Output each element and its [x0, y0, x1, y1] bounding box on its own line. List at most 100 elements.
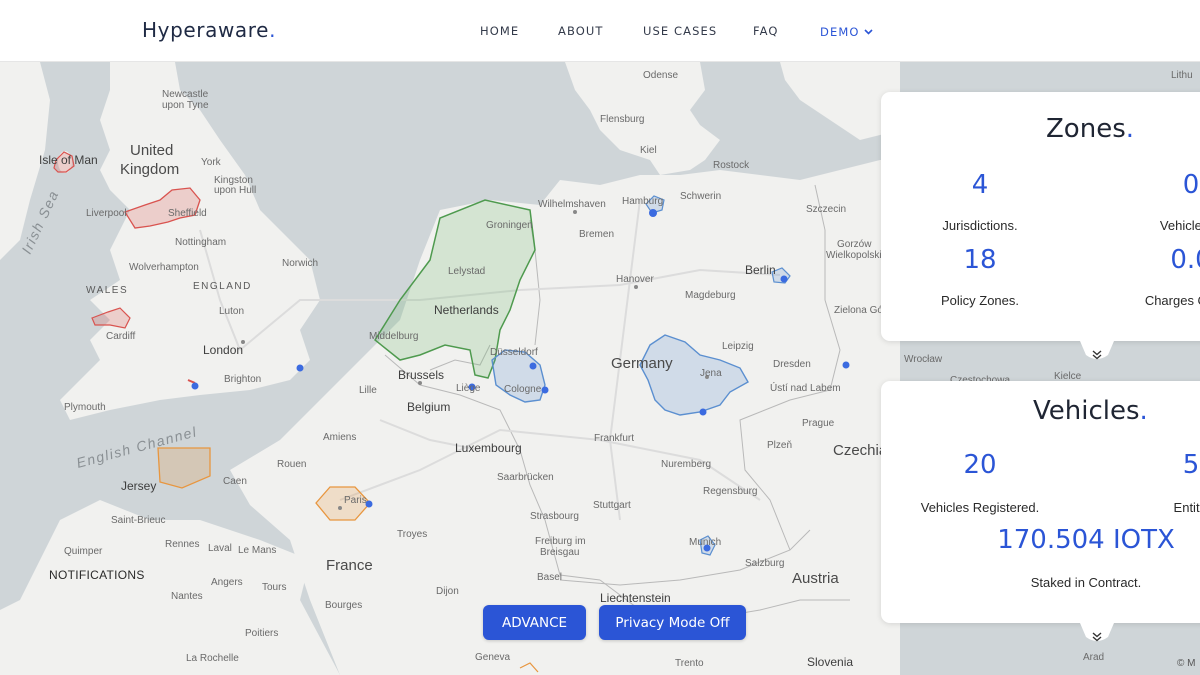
vehicles-title: Vehicles. [1033, 396, 1148, 426]
map-label-basel: Basel [537, 572, 562, 583]
map-label-munich: Munich [689, 537, 721, 548]
vehicles-in-zones-label: Vehicles in [1159, 218, 1200, 233]
brand-logo[interactable]: Hyperaware. [142, 18, 276, 42]
entities-count: 5 [1182, 450, 1200, 480]
advance-button[interactable]: ADVANCE [483, 605, 586, 640]
nav-faq[interactable]: FAQ [753, 24, 779, 38]
vehicle-marker[interactable] [649, 209, 657, 217]
brand-name: Hyperaware [142, 18, 270, 42]
map-label-lille: Lille [359, 385, 377, 396]
privacy-mode-button[interactable]: Privacy Mode Off [599, 605, 746, 640]
map-label-caen: Caen [223, 476, 247, 487]
nav-home[interactable]: HOME [480, 24, 519, 38]
map-label-netherlands: Netherlands [434, 303, 499, 317]
map-label-belgium: Belgium [407, 400, 450, 414]
map-label-cardiff: Cardiff [106, 331, 135, 342]
map-label-norwich: Norwich [282, 258, 318, 269]
map-label-london: London [203, 343, 243, 357]
map-label-nantes: Nantes [171, 591, 203, 602]
city-dot [634, 285, 638, 289]
vehicles-title-dot: . [1139, 396, 1148, 426]
map-label-jersey: Jersey [121, 479, 156, 493]
map-label-groningen: Groningen [486, 220, 533, 231]
staked-label: Staked in Contract. [1030, 575, 1142, 590]
brand-dot: . [269, 18, 277, 42]
map-label-kingston: upon Hull [214, 185, 256, 196]
map-attribution[interactable]: © M [1177, 658, 1195, 669]
nav-use-cases[interactable]: USE CASES [643, 24, 717, 38]
vehicle-marker[interactable] [541, 386, 549, 394]
zones-title-dot: . [1125, 114, 1135, 144]
map-label-austria: Austria [792, 570, 839, 587]
map-label-lithuania: Lithu [1171, 70, 1193, 81]
nav-about[interactable]: ABOUT [558, 24, 604, 38]
vehicles-card: Vehicles. 20 Vehicles Registered. 5 Enti… [881, 381, 1200, 623]
map-label-bremen: Bremen [579, 229, 614, 240]
map-label-regensburg: Regensburg [703, 486, 757, 497]
map-label-isle-of-man: Isle of Man [39, 153, 98, 167]
map-label-lelystad: Lelystad [448, 266, 485, 277]
map-label-england: ENGLAND [193, 281, 252, 292]
map-label-dresden: Dresden [773, 359, 811, 370]
vehicle-marker[interactable] [699, 408, 707, 416]
notifications-label[interactable]: NOTIFICATIONS [49, 568, 145, 582]
city-dot [573, 210, 577, 214]
map-label-la-rochelle: La Rochelle [186, 653, 239, 664]
map-label-angers: Angers [211, 577, 243, 588]
map-label-schwerin: Schwerin [680, 191, 721, 202]
map-label-leipzig: Leipzig [722, 341, 754, 352]
map-label-tours: Tours [262, 582, 286, 593]
map-label-dijon: Dijon [436, 586, 459, 597]
map-label-germany: Germany [611, 355, 673, 372]
vehicles-expand-toggle[interactable] [1080, 623, 1114, 645]
city-dot [338, 506, 342, 510]
map-label-luton: Luton [219, 306, 244, 317]
map-label-arad: Arad [1083, 652, 1104, 663]
map-label-bourges: Bourges [325, 600, 362, 611]
map-label-freiburg: Breisgau [540, 547, 579, 558]
map-label-hanover: Hanover [616, 274, 654, 285]
vehicle-marker[interactable] [780, 275, 788, 283]
vehicle-marker[interactable] [529, 362, 537, 370]
map-label-strasbourg: Strasbourg [530, 511, 579, 522]
map-label-france: France [326, 557, 373, 574]
map-label-saint-brieuc: Saint-Brieuc [111, 515, 165, 526]
vehicles-title-text: Vehicles [1033, 396, 1140, 426]
map-label-paris: Paris [344, 495, 367, 506]
map-label-troyes: Troyes [397, 529, 427, 540]
map-label-liverpool: Liverpool [86, 208, 127, 219]
map-label-gorzow: Wielkopolski [826, 250, 882, 261]
map-label-rennes: Rennes [165, 539, 199, 550]
vehicle-marker[interactable] [296, 364, 304, 372]
vehicle-marker[interactable] [191, 382, 199, 390]
vehicles-registered-count: 20 [963, 450, 997, 480]
zones-expand-toggle[interactable] [1080, 341, 1114, 363]
map-label-uk: United [130, 142, 173, 159]
map-label-prague: Prague [802, 418, 835, 429]
map-label-uk: Kingdom [120, 161, 179, 178]
map-label-czechia: Czechia [833, 442, 888, 459]
map-label-newcastle: Newcastle [162, 89, 209, 100]
map-label-nottingham: Nottingham [175, 237, 226, 248]
map-label-flensburg: Flensburg [600, 114, 644, 125]
map-label-kiel: Kiel [640, 145, 657, 156]
map-label-wales: WALES [86, 285, 128, 296]
map-label-trento: Trento [675, 658, 704, 669]
charges-collected-label: Charges Colle [1144, 293, 1200, 308]
vehicle-marker[interactable] [842, 361, 850, 369]
map-label-salzburg: Salzburg [745, 558, 784, 569]
map-label-york: York [201, 157, 222, 168]
map-label-rouen: Rouen [277, 459, 306, 470]
map-label-freiburg: Freiburg im [535, 536, 586, 547]
map-label-laval: Laval [208, 543, 232, 554]
nav-demo[interactable]: DEMO [820, 24, 873, 39]
map-label-liege: Liège [456, 383, 481, 394]
map-label-plymouth: Plymouth [64, 402, 106, 413]
map-label-liechtenstein: Liechtenstein [600, 591, 671, 605]
map-label-stuttgart: Stuttgart [593, 500, 631, 511]
zones-title: Zones. [1046, 114, 1134, 144]
map-label-frankfurt: Frankfurt [594, 433, 634, 444]
map-label-amiens: Amiens [323, 432, 356, 443]
map-label-newcastle: upon Tyne [162, 100, 209, 111]
zones-title-text: Zones [1046, 114, 1126, 144]
